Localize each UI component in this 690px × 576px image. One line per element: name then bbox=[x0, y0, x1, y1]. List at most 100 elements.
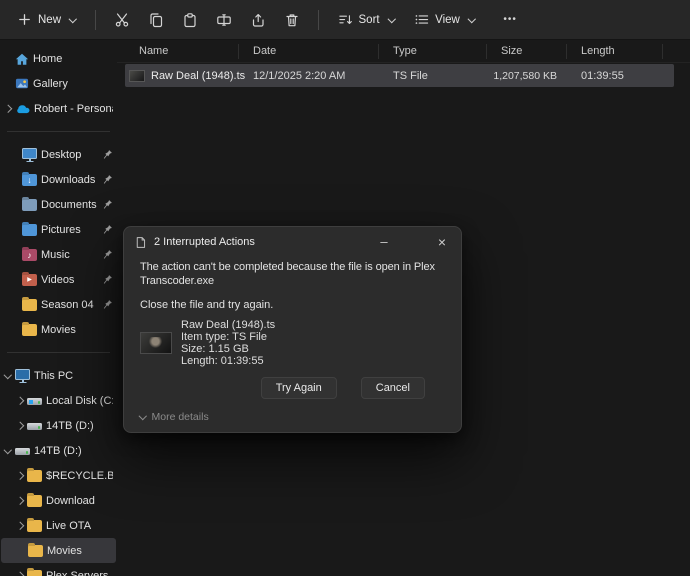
file-row[interactable]: Raw Deal (1948).ts 12/1/2025 2:20 AM TS … bbox=[125, 64, 674, 87]
folder-icon bbox=[28, 545, 43, 557]
expand-chevron[interactable] bbox=[15, 496, 24, 505]
dialog-file-length: Length: 01:39:55 bbox=[181, 355, 264, 367]
more-details-toggle[interactable]: More details bbox=[138, 411, 209, 423]
folder-icon bbox=[27, 570, 42, 576]
expand-chevron[interactable] bbox=[15, 396, 24, 405]
sidebar-item-season-04[interactable]: Season 04 bbox=[0, 292, 117, 317]
folder-icon bbox=[27, 470, 42, 482]
expand-chevron[interactable] bbox=[15, 471, 24, 480]
dialog-titlebar[interactable]: 2 Interrupted Actions – × bbox=[124, 227, 461, 257]
sidebar-item-local-disk-c[interactable]: Local Disk (C:) bbox=[0, 388, 117, 413]
column-header-size[interactable]: Size bbox=[487, 43, 567, 59]
new-button-label: New bbox=[38, 13, 62, 26]
pin-icon bbox=[102, 149, 113, 160]
close-button[interactable]: × bbox=[431, 230, 453, 254]
sidebar-item-home[interactable]: Home bbox=[0, 46, 117, 71]
try-again-button[interactable]: Try Again bbox=[260, 377, 337, 399]
dialog-buttons: Try Again Cancel bbox=[140, 377, 445, 399]
toolbar-divider bbox=[317, 9, 319, 30]
dialog-instruction: Close the file and try again. bbox=[140, 299, 274, 311]
toolbar-divider bbox=[94, 9, 96, 30]
sidebar-item-label: Gallery bbox=[33, 77, 68, 90]
rename-button[interactable] bbox=[208, 6, 240, 34]
sidebar-item-music[interactable]: Music bbox=[0, 242, 117, 267]
chevron-right-icon bbox=[15, 471, 24, 480]
drive-icon bbox=[27, 423, 42, 430]
file-info: Raw Deal (1948).ts Item type: TS File Si… bbox=[140, 319, 445, 367]
sidebar-item-download[interactable]: Download bbox=[0, 488, 117, 513]
sidebar-item-live-ota[interactable]: Live OTA bbox=[0, 513, 117, 538]
chevron-right-icon bbox=[15, 571, 24, 576]
column-header-name[interactable]: Name bbox=[125, 43, 239, 59]
sidebar-item-14tb-d[interactable]: 14TB (D:) bbox=[0, 413, 117, 438]
see-more-button[interactable]: ••• bbox=[495, 8, 525, 31]
chevron-right-icon bbox=[15, 496, 24, 505]
file-size: 1,207,580 KB bbox=[493, 69, 557, 82]
pin-icon bbox=[102, 249, 113, 260]
sidebar-item-onedrive-personal[interactable]: Robert - Personal bbox=[0, 96, 117, 121]
onedrive-icon bbox=[15, 103, 30, 114]
sidebar-item-desktop[interactable]: Desktop bbox=[0, 142, 117, 167]
expand-chevron[interactable] bbox=[15, 421, 24, 430]
cancel-button[interactable]: Cancel bbox=[360, 377, 425, 399]
sidebar-item-movies-quickaccess[interactable]: Movies bbox=[0, 317, 117, 342]
see-more-icon: ••• bbox=[503, 14, 517, 25]
pictures-icon bbox=[22, 224, 37, 236]
sidebar-item-downloads[interactable]: Downloads bbox=[0, 167, 117, 192]
paste-button[interactable] bbox=[174, 6, 206, 34]
gallery-icon bbox=[15, 77, 29, 90]
file-length: 01:39:55 bbox=[581, 69, 624, 82]
expand-chevron[interactable] bbox=[15, 521, 24, 530]
delete-button[interactable] bbox=[276, 6, 308, 34]
view-button[interactable]: View bbox=[405, 6, 483, 33]
dialog-file-name: Raw Deal (1948).ts bbox=[181, 319, 276, 331]
sidebar-item-pictures[interactable]: Pictures bbox=[0, 217, 117, 242]
chevron-down-icon bbox=[3, 445, 12, 454]
sidebar-item-label: Movies bbox=[47, 544, 82, 557]
new-button[interactable]: New bbox=[8, 6, 85, 33]
sidebar-item-gallery[interactable]: Gallery bbox=[0, 71, 117, 96]
folder-icon bbox=[22, 299, 37, 311]
video-thumbnail bbox=[140, 332, 172, 354]
sort-button[interactable]: Sort bbox=[329, 6, 404, 33]
minimize-button[interactable]: – bbox=[373, 230, 395, 254]
sidebar: Home Gallery Robert - Personal Desktop D… bbox=[0, 40, 117, 576]
sidebar-item-plex-servers[interactable]: Plex Servers bbox=[0, 563, 117, 576]
sidebar-separator bbox=[7, 352, 110, 353]
sort-icon bbox=[338, 12, 353, 27]
sidebar-item-label: Season 04 bbox=[41, 298, 94, 311]
sidebar-item-14tb-d-root[interactable]: 14TB (D:) bbox=[0, 438, 117, 463]
sidebar-item-label: Local Disk (C:) bbox=[46, 394, 113, 407]
sidebar-item-this-pc[interactable]: This PC bbox=[0, 363, 117, 388]
downloads-icon bbox=[22, 174, 37, 186]
cut-button[interactable] bbox=[106, 6, 138, 34]
chevron-down-icon bbox=[387, 14, 396, 23]
sidebar-item-label: Live OTA bbox=[46, 519, 92, 532]
chevron-right-icon bbox=[15, 521, 24, 530]
sidebar-item-recycle-bin[interactable]: $RECYCLE.BIN bbox=[0, 463, 117, 488]
sidebar-item-label: 14TB (D:) bbox=[46, 419, 94, 432]
copy-button[interactable] bbox=[140, 6, 172, 34]
column-header-length[interactable]: Length bbox=[567, 43, 663, 59]
pin-icon bbox=[102, 224, 113, 235]
sidebar-item-documents[interactable]: Documents bbox=[0, 192, 117, 217]
sidebar-item-movies[interactable]: Movies bbox=[1, 538, 116, 563]
sidebar-item-label: Download bbox=[46, 494, 95, 507]
expand-chevron[interactable] bbox=[3, 370, 12, 379]
sidebar-item-label: Downloads bbox=[41, 173, 96, 186]
clipboard-icon bbox=[182, 12, 198, 28]
plus-icon bbox=[17, 12, 32, 27]
sort-button-label: Sort bbox=[358, 13, 380, 26]
expand-chevron[interactable] bbox=[3, 104, 12, 113]
dialog-message: The action can't be completed because th… bbox=[140, 261, 435, 287]
trash-icon bbox=[284, 12, 300, 28]
file-operation-icon bbox=[134, 236, 147, 249]
sidebar-item-label: $RECYCLE.BIN bbox=[46, 469, 113, 482]
column-header-date[interactable]: Date bbox=[239, 43, 379, 59]
column-header-type[interactable]: Type bbox=[379, 43, 487, 59]
share-button[interactable] bbox=[242, 6, 274, 34]
sidebar-item-label: Robert - Personal bbox=[34, 102, 113, 115]
chevron-right-icon bbox=[15, 396, 24, 405]
expand-chevron[interactable] bbox=[3, 445, 12, 454]
sidebar-item-videos[interactable]: Videos bbox=[0, 267, 117, 292]
